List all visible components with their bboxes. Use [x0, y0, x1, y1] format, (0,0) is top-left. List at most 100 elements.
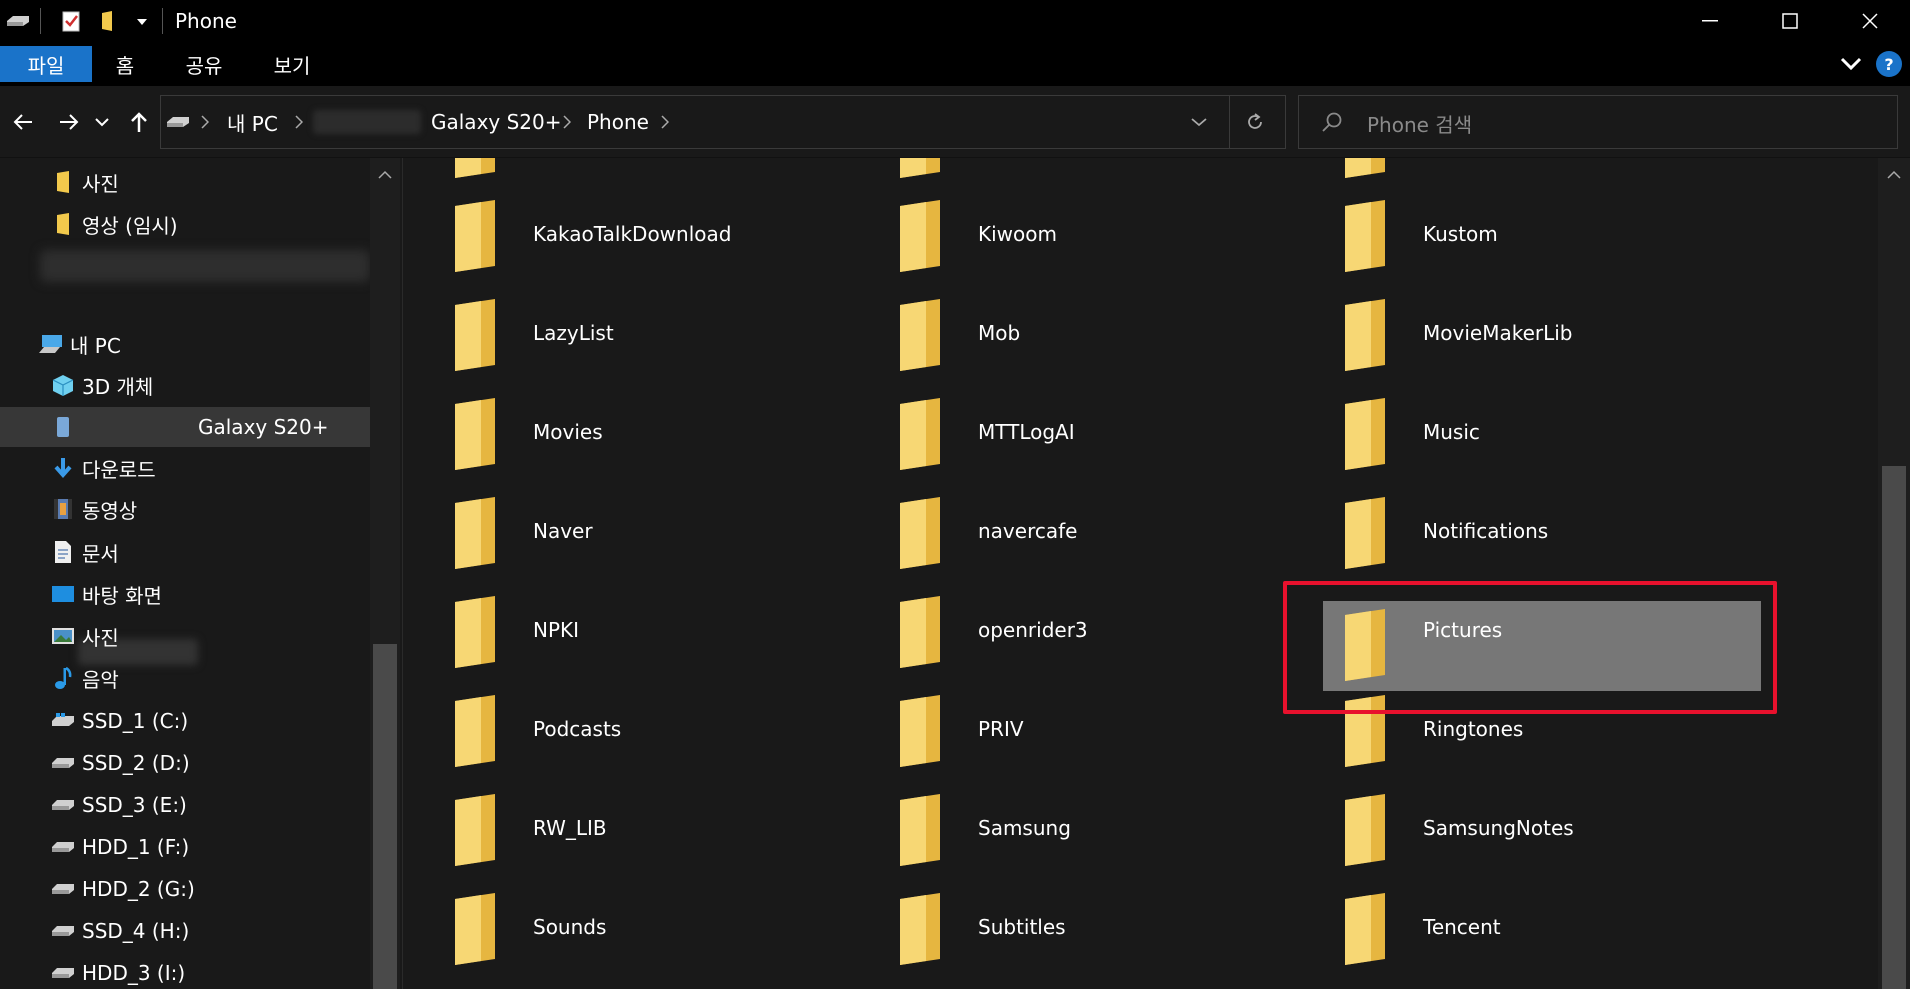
nav-item-galaxy-s20[interactable]: Galaxy S20+ [0, 407, 370, 665]
nav-item-music[interactable]: 음악 [0, 658, 370, 698]
nav-item-drive-d[interactable]: SSD_2 (D:) [0, 743, 370, 783]
navigation-pane: 사진 영상 (임시) 내 PC 3D 개체 Galaxy S20+ 다운로드 동… [0, 158, 370, 989]
nav-item-drive-e[interactable]: SSD_3 (E:) [0, 785, 370, 825]
pc-icon [38, 331, 64, 357]
nav-label: HDD_1 (F:) [82, 835, 190, 859]
help-button[interactable]: ? [1876, 51, 1902, 77]
folder-name: NPKI [533, 618, 580, 642]
close-button[interactable] [1830, 0, 1910, 42]
content-scrollbar[interactable] [1878, 158, 1910, 989]
folder-icon [900, 893, 940, 965]
nav-item-documents[interactable]: 문서 [0, 532, 370, 572]
nav-item-drive-c[interactable]: SSD_1 (C:) [0, 701, 370, 741]
forward-button[interactable] [52, 104, 86, 140]
windows-drive-icon [50, 708, 76, 734]
folder-item[interactable]: MTTLogAI [848, 388, 1288, 480]
recent-locations-button[interactable] [88, 104, 116, 140]
chevron-right-icon[interactable] [661, 96, 669, 148]
folder-item[interactable]: SamsungNotes [1293, 784, 1733, 876]
properties-icon[interactable] [58, 8, 84, 34]
chevron-right-icon[interactable] [295, 96, 303, 148]
scroll-up-icon[interactable] [377, 170, 393, 180]
breadcrumb-device[interactable]: Galaxy S20+ [431, 96, 562, 148]
folder-item[interactable]: Movies [403, 388, 843, 480]
folder-item[interactable]: Naver [403, 487, 843, 579]
nav-label: 바탕 화면 [82, 583, 162, 608]
search-box[interactable]: Phone 검색 [1298, 95, 1898, 149]
nav-scrollbar[interactable] [370, 158, 400, 989]
nav-item-drive-h[interactable]: SSD_4 (H:) [0, 911, 370, 951]
nav-scrollbar-thumb[interactable] [373, 644, 397, 989]
nav-item-drive-i[interactable]: HDD_3 (I:) [0, 953, 370, 989]
nav-item-this-pc[interactable]: 내 PC [0, 324, 370, 364]
folder-item[interactable]: Kiwoom [848, 190, 1288, 282]
folder-item[interactable]: RW_LIB [403, 784, 843, 876]
address-bar[interactable]: 내 PC Galaxy S20+ Phone [160, 95, 1286, 149]
nav-item-video-temp[interactable]: 영상 (임시) [0, 204, 370, 244]
folder-item[interactable]: KakaoTalkDownload [403, 190, 843, 282]
folder-item[interactable]: Music [1293, 388, 1733, 480]
folder-item[interactable]: navercafe [848, 487, 1288, 579]
nav-item-drive-g[interactable]: HDD_2 (G:) [0, 869, 370, 909]
folder-name: navercafe [978, 519, 1078, 543]
new-folder-icon[interactable] [96, 8, 122, 34]
nav-label: 동영상 [82, 498, 138, 523]
folder-item[interactable]: Samsung [848, 784, 1288, 876]
customize-dropdown-icon[interactable] [130, 8, 154, 34]
folder-name: Samsung [978, 816, 1071, 840]
nav-item-3d-objects[interactable]: 3D 개체 [0, 365, 370, 405]
nav-item-pictures-pinned[interactable]: 사진 [0, 162, 370, 202]
folder-item[interactable]: MovieMakerLib [1293, 289, 1733, 381]
nav-label: SSD_4 (H:) [82, 919, 190, 943]
search-input[interactable]: Phone 검색 [1367, 109, 1472, 138]
scroll-up-icon[interactable] [1886, 170, 1902, 180]
refresh-icon[interactable] [1245, 96, 1265, 148]
nav-item-pictures[interactable]: 사진 [0, 616, 370, 656]
maximize-button[interactable] [1750, 0, 1830, 42]
drive-icon [50, 960, 76, 986]
breadcrumb-this-pc[interactable]: 내 PC [227, 96, 278, 148]
folder-name: Podcasts [533, 717, 622, 741]
chevron-right-icon[interactable] [563, 96, 571, 148]
tab-home[interactable]: 홈 [100, 46, 150, 82]
folder-icon [1345, 893, 1385, 965]
expand-ribbon-button[interactable] [1836, 50, 1866, 76]
folder-item[interactable]: Tencent [1293, 883, 1733, 975]
chevron-right-icon[interactable] [201, 96, 209, 148]
folder-item[interactable]: Sounds [403, 883, 843, 975]
drive-icon [50, 876, 76, 902]
folder-item[interactable]: Notifications [1293, 487, 1733, 579]
folder-item[interactable]: Mob [848, 289, 1288, 381]
blurred-device-name [313, 110, 421, 134]
folder-item[interactable]: Podcasts [403, 685, 843, 777]
content-scrollbar-thumb[interactable] [1882, 466, 1906, 989]
nav-item-desktop[interactable]: 바탕 화면 [0, 574, 370, 614]
tab-view[interactable]: 보기 [260, 46, 324, 82]
folder-item[interactable]: NPKI [403, 586, 843, 678]
tab-file[interactable]: 파일 [0, 46, 92, 82]
folder-item[interactable]: PRIV [848, 685, 1288, 777]
document-icon [50, 539, 76, 565]
search-icon [1321, 111, 1343, 137]
folder-icon [455, 158, 495, 178]
folder-icon [1345, 299, 1385, 371]
folder-partial[interactable] [848, 158, 1288, 188]
drive-icon [50, 750, 76, 776]
nav-item-downloads[interactable]: 다운로드 [0, 448, 370, 488]
address-history-dropdown-icon[interactable] [1191, 96, 1207, 148]
back-button[interactable] [6, 104, 40, 140]
nav-label: 영상 (임시) [82, 213, 178, 238]
minimize-button[interactable] [1670, 0, 1750, 42]
up-button[interactable] [122, 104, 156, 140]
folder-item[interactable]: openrider3 [848, 586, 1288, 678]
folder-item[interactable]: Kustom [1293, 190, 1733, 282]
folder-partial[interactable] [403, 158, 843, 188]
tab-share[interactable]: 공유 [172, 46, 236, 82]
breadcrumb-phone[interactable]: Phone [587, 96, 649, 148]
nav-item-drive-f[interactable]: HDD_1 (F:) [0, 827, 370, 867]
folder-item[interactable]: Subtitles [848, 883, 1288, 975]
nav-label: 사진 [82, 171, 119, 196]
folder-item[interactable]: LazyList [403, 289, 843, 381]
nav-item-videos[interactable]: 동영상 [0, 489, 370, 529]
folder-partial[interactable] [1293, 158, 1733, 188]
